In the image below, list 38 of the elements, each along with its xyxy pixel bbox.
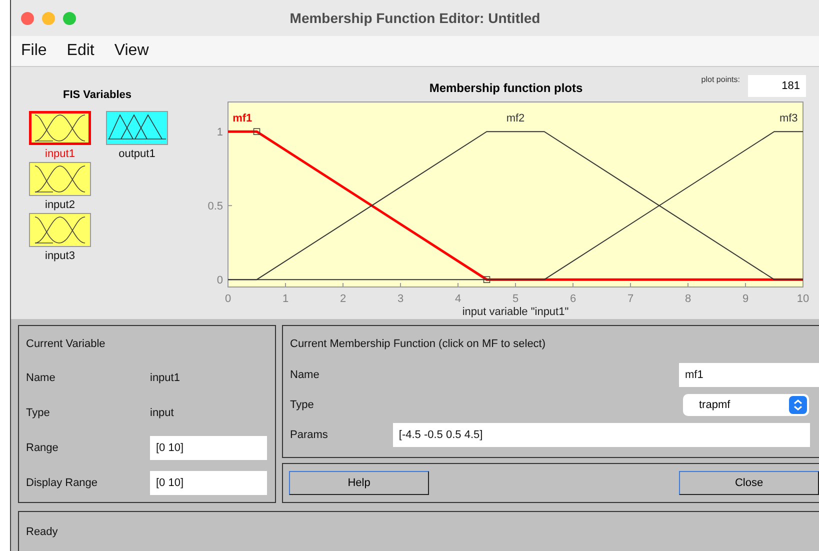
x-tick-label: 8 [684, 293, 692, 305]
field-label: Display Range [26, 476, 99, 488]
field-value: input [150, 406, 174, 418]
y-tick-label: 0.5 [208, 200, 223, 213]
field-label: Name [26, 372, 56, 384]
y-tick-label: 0 [216, 274, 223, 287]
x-tick-label: 0 [224, 293, 232, 305]
field-label: Type [290, 399, 314, 411]
x-tick-label: 6 [570, 293, 576, 305]
variable-name: input3 [45, 250, 75, 262]
series-label: mf2 [506, 112, 525, 125]
window-title: Membership Function Editor: Untitled [290, 10, 540, 26]
field-label: Name [290, 369, 320, 381]
field-value: input1 [150, 372, 180, 384]
y-tick-label: 1 [216, 126, 223, 139]
x-tick-label: 1 [282, 293, 289, 305]
panel-title: Current Membership Function (click on MF to select) [290, 338, 547, 352]
series-label: mf1 [232, 112, 252, 125]
variable-name: input2 [45, 199, 75, 211]
status-text: Ready [26, 526, 58, 538]
x-tick-label: 7 [627, 293, 634, 305]
x-axis-label: input variable "input1" [462, 306, 569, 318]
field-label: Params [290, 429, 328, 441]
x-tick-label: 2 [340, 293, 346, 305]
x-tick-label: 9 [742, 293, 749, 305]
variable-name: input1 [45, 148, 75, 160]
variable-name: output1 [118, 148, 156, 160]
chart-title: Membership function plots [429, 81, 583, 97]
field-label: Range [26, 442, 60, 454]
x-tick-label: 4 [454, 293, 462, 305]
panel-title: Current Variable [26, 338, 106, 352]
series-label: mf3 [779, 112, 798, 125]
fis-variables-heading: FIS Variables [63, 89, 132, 101]
x-tick-label: 3 [397, 293, 404, 305]
x-tick-label: 5 [512, 293, 519, 305]
field-label: Type [26, 406, 51, 418]
x-tick-label: 10 [796, 293, 810, 305]
plot-points-label: plot points: [701, 75, 740, 84]
